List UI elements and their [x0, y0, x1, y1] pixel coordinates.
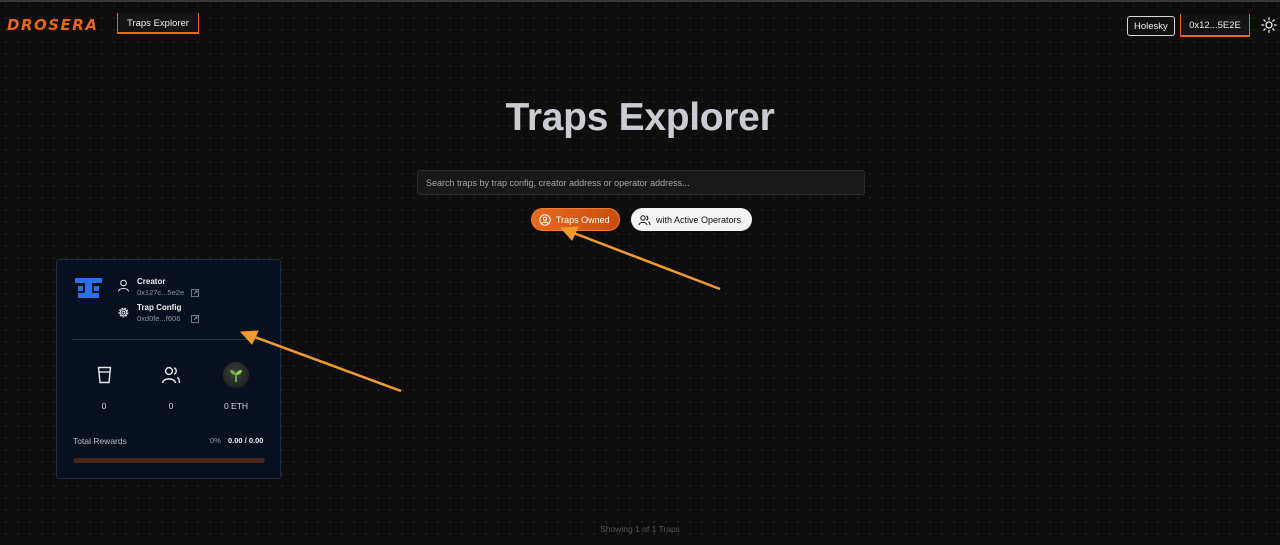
creator-label: Creator	[137, 277, 166, 286]
stat-users-value: 0	[168, 401, 174, 411]
cup-icon	[97, 366, 112, 384]
users-icon	[638, 214, 651, 225]
filter-active-operators-label: with Active Operators	[656, 214, 742, 225]
header: DROSERA Traps Explorer Holesky 0x12...5E…	[0, 2, 1280, 44]
card-divider	[72, 339, 265, 340]
gear-icon	[118, 307, 129, 318]
network-selector[interactable]: Holesky	[1127, 16, 1175, 36]
trap-logo-icon	[75, 278, 102, 298]
filter-traps-owned-label: Traps Owned	[556, 214, 610, 225]
rewards-amount: 0.00 / 0.00	[228, 436, 264, 445]
sun-icon[interactable]	[1261, 17, 1277, 33]
wallet-button[interactable]: 0x12...5E2E	[1180, 14, 1250, 37]
stat-eth-value: 0 ETH	[223, 401, 249, 411]
user-circle-icon	[539, 213, 551, 226]
total-rewards-label: Total Rewards	[73, 436, 127, 446]
nav-tab-traps-explorer[interactable]: Traps Explorer	[117, 13, 199, 34]
sprout-icon	[223, 362, 249, 388]
filter-active-operators-button[interactable]: with Active Operators	[631, 208, 752, 231]
trap-config-value: 0xd0fe...f606	[137, 314, 181, 323]
trap-config-label: Trap Config	[137, 303, 182, 312]
page-title: Traps Explorer	[505, 96, 775, 139]
trap-card[interactable]: Creator 0x127c...5e2e Trap Config 0xd0fe…	[56, 259, 281, 479]
search-input[interactable]	[417, 170, 865, 195]
showing-count: Showing 1 of 1 Traps	[600, 524, 680, 534]
drosera-logo[interactable]: DROSERA	[7, 16, 98, 34]
stat-cup-value: 0	[101, 401, 107, 411]
filter-traps-owned-button[interactable]: Traps Owned	[531, 208, 620, 231]
annotation-arrow-filter	[559, 226, 721, 291]
external-link-icon[interactable]	[191, 289, 199, 297]
users-icon	[161, 366, 181, 384]
rewards-progress-bar	[73, 458, 265, 463]
external-link-icon[interactable]	[191, 315, 199, 323]
creator-value: 0x127c...5e2e	[137, 288, 185, 297]
rewards-percent: 0%	[210, 436, 221, 445]
creator-icon	[118, 279, 129, 292]
